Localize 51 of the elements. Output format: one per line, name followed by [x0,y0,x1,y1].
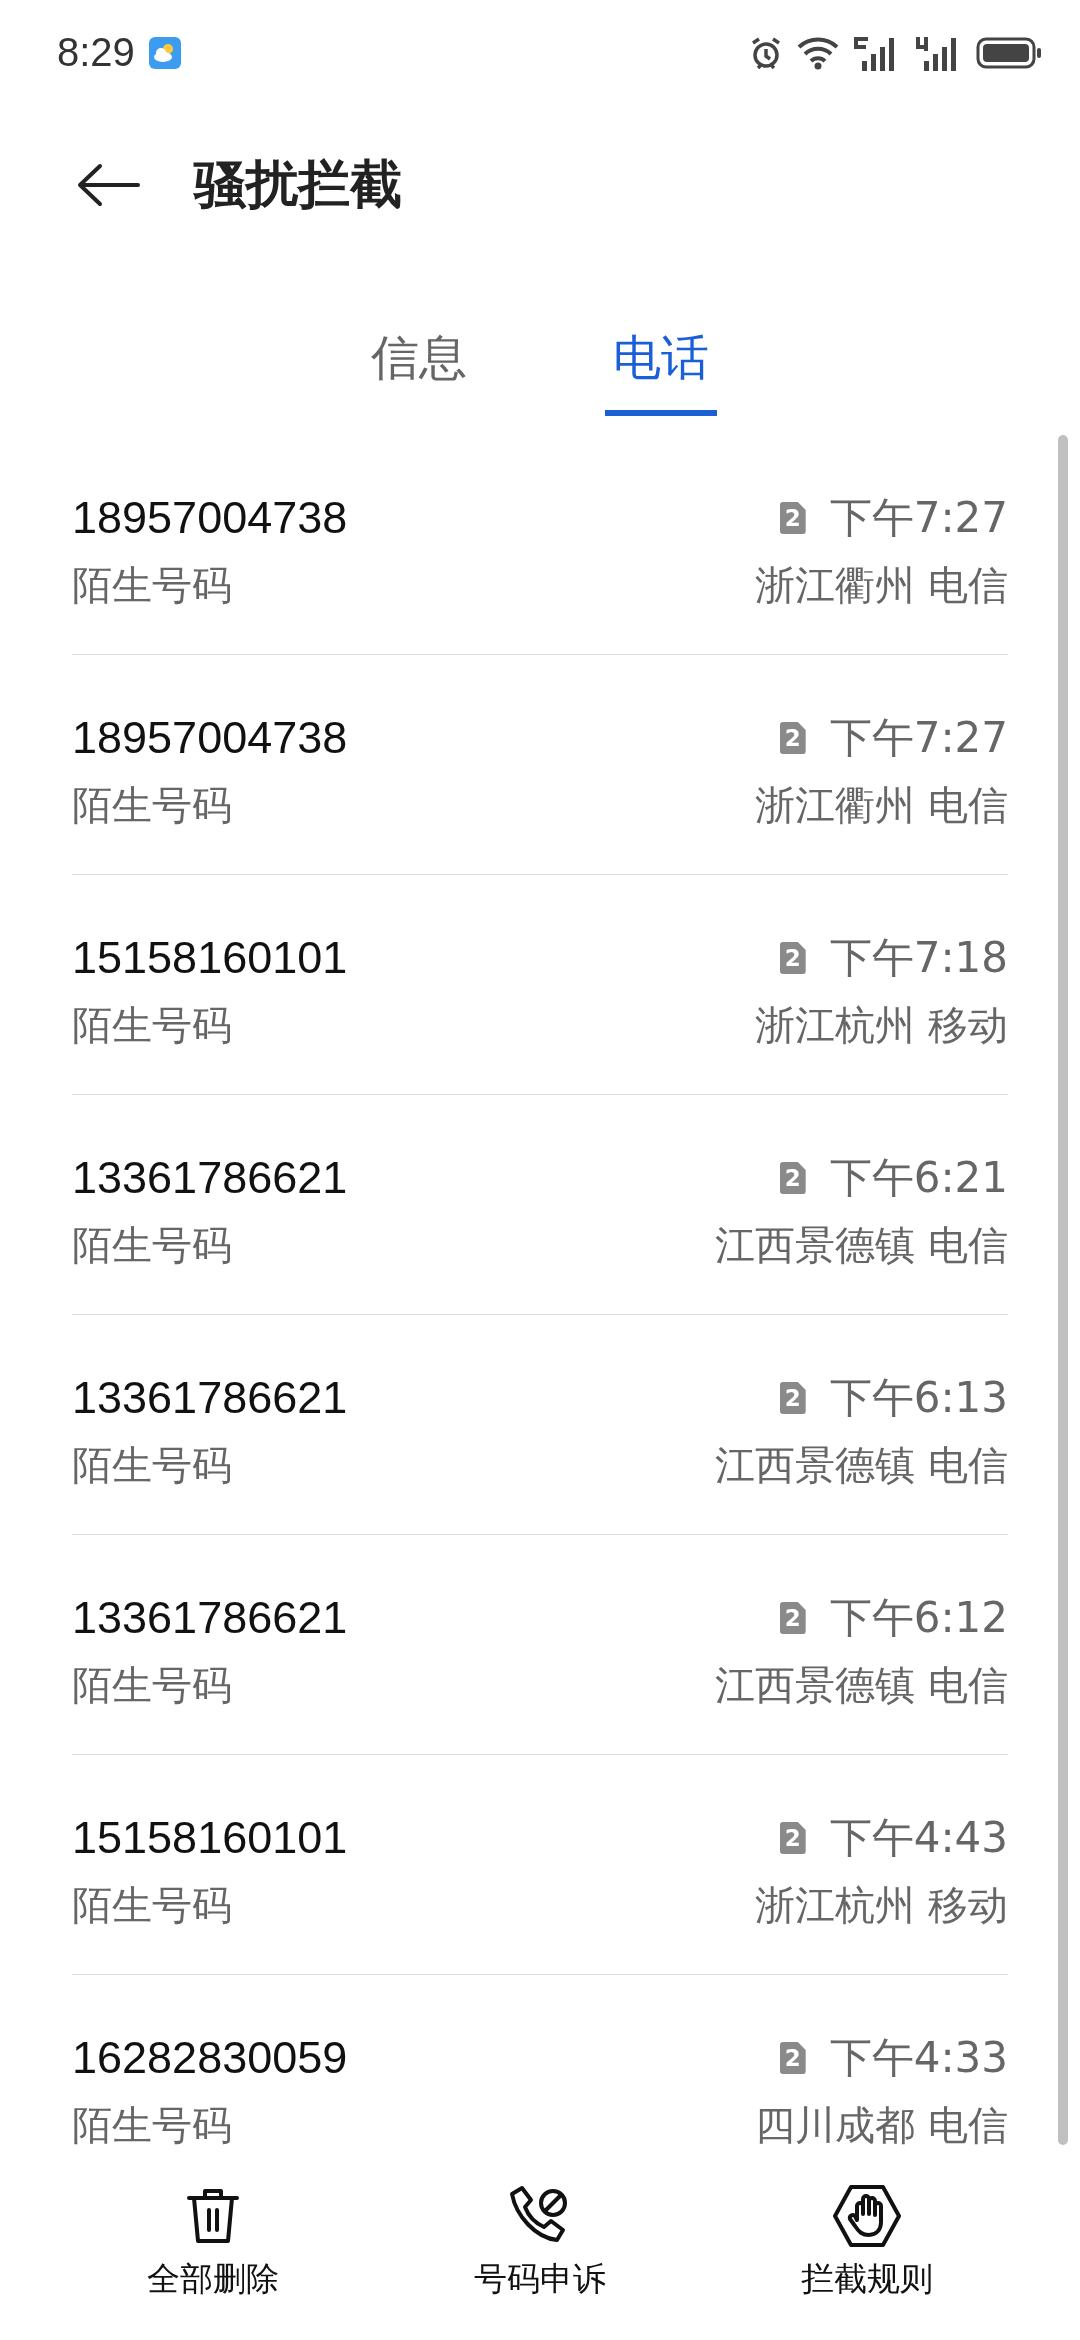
bottom-action-button[interactable]: 全部删除 [147,2153,280,2321]
caller-label: 陌生号码 [72,1880,232,1930]
caller-label: 陌生号码 [72,780,232,830]
caller-location: 四川成都 电信 [755,2100,1008,2150]
phone-number: 16282830059 [72,2032,348,2084]
caller-label: 陌生号码 [72,1220,232,1270]
bottom-action-button[interactable]: 拦截规则 [800,2153,933,2321]
call-time: 下午7:27 [829,492,1008,544]
call-time: 下午7:18 [829,932,1008,984]
caller-location: 浙江衢州 电信 [755,560,1008,610]
phone-number: 18957004738 [72,492,348,544]
phone-number: 18957004738 [72,712,348,764]
sim-card-icon: 2 [779,1382,806,1414]
caller-location: 浙江杭州 移动 [755,1880,1008,1930]
call-time: 下午6:12 [829,1592,1008,1644]
caller-location: 江西景德镇 电信 [715,1440,1008,1490]
sim-card-icon: 2 [779,502,806,534]
hand-stop-icon [832,2184,901,2248]
status-time: 8:29 [57,30,135,75]
phone-number: 13361786621 [72,1152,348,1204]
call-time: 下午6:13 [829,1372,1008,1424]
sim-card-icon: 2 [779,2042,806,2074]
phone-number: 13361786621 [72,1372,348,1424]
sim-card-icon: 2 [779,1162,806,1194]
weather-icon [148,36,181,69]
caller-location: 浙江杭州 移动 [755,1000,1008,1050]
bottom-action-button[interactable]: 号码申诉 [474,2153,606,2321]
call-time: 下午4:43 [829,1812,1008,1864]
caller-location: 浙江衢州 电信 [755,780,1008,830]
sim-card-icon: 2 [779,1822,806,1854]
call-time: 下午6:21 [829,1152,1008,1204]
page-title: 骚扰拦截 [194,153,402,216]
battery-icon [976,36,1042,69]
caller-label: 陌生号码 [72,1660,232,1710]
call-time: 下午4:33 [829,2032,1008,2084]
caller-label: 陌生号码 [72,1000,232,1050]
tab[interactable]: 电话 [605,309,717,416]
phone-number: 15158160101 [72,1812,348,1864]
caller-label: 陌生号码 [72,1440,232,1490]
sim-card-icon: 2 [779,1602,806,1634]
call-time: 下午7:27 [829,712,1008,764]
phone-number: 13361786621 [72,1592,348,1644]
phone-number: 15158160101 [72,932,348,984]
caller-location: 江西景德镇 电信 [715,1220,1008,1270]
sim-card-icon: 2 [779,722,806,754]
sim-card-icon: 2 [779,942,806,974]
tab[interactable]: 信息 [363,309,475,416]
back-arrow-icon[interactable] [76,163,140,207]
caller-label: 陌生号码 [72,560,232,610]
caller-location: 江西景德镇 电信 [715,1660,1008,1710]
caller-label: 陌生号码 [72,2100,232,2150]
